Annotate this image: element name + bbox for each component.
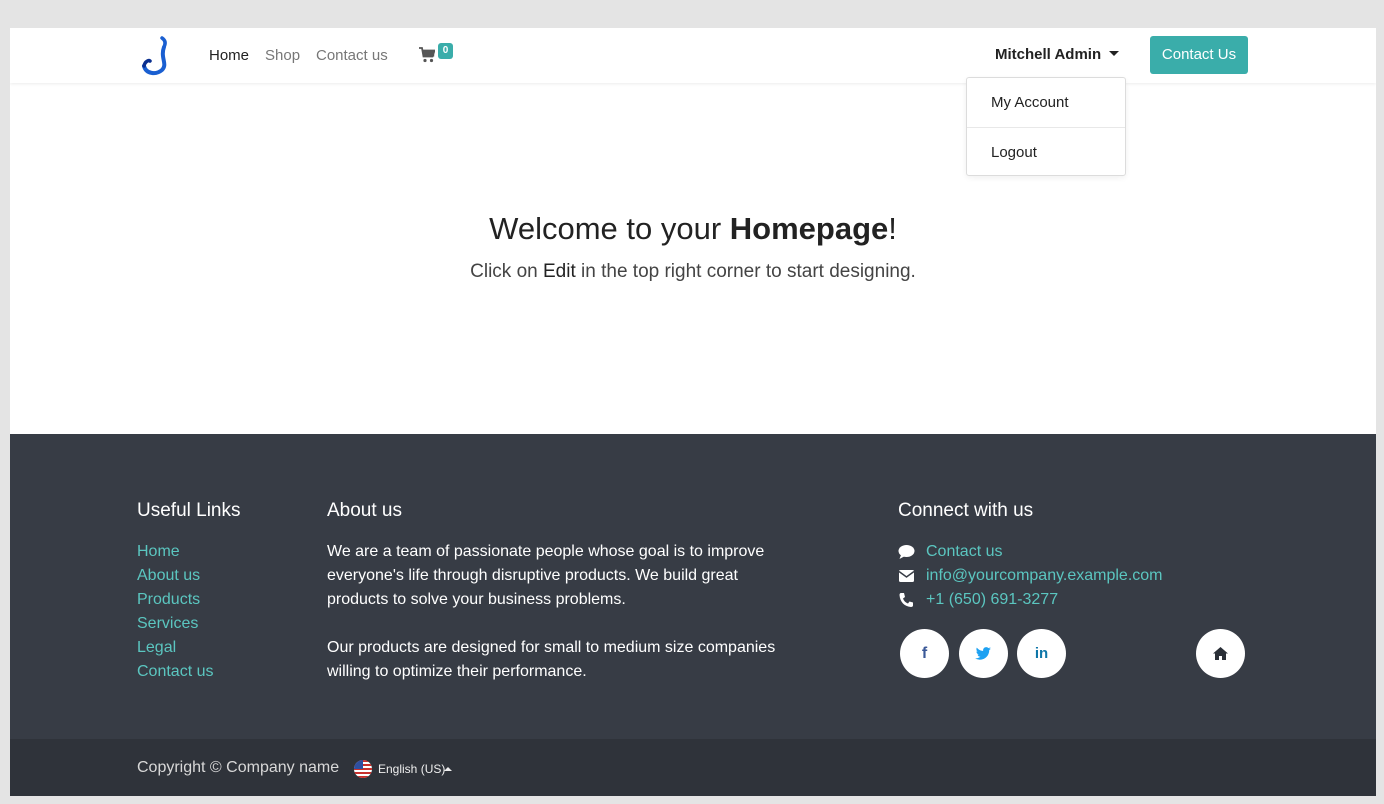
about-paragraph: Our products are designed for small to m… [327, 639, 776, 680]
user-menu-toggle[interactable]: Mitchell Admin [995, 46, 1120, 63]
about-paragraph: We are a team of passionate people whose… [327, 543, 765, 608]
contact-list: Contact us info@yourcompany.example.com … [898, 540, 1163, 612]
useful-links-list: Home About us Products Services Legal Co… [137, 540, 213, 684]
phone-row[interactable]: +1 (650) 691-3277 [898, 588, 1163, 612]
us-flag-icon [354, 760, 372, 778]
top-navbar: Home Shop Contact us 0 Mitchell Admin Co… [10, 28, 1376, 83]
footer-link-services[interactable]: Services [137, 612, 213, 636]
connect-heading: Connect with us [898, 500, 1034, 521]
phone-icon [899, 593, 913, 607]
contact-us-button[interactable]: Contact Us [1150, 36, 1248, 74]
linkedin-icon: in [1034, 645, 1049, 662]
footer-link-home[interactable]: Home [137, 540, 213, 564]
email-link[interactable]: info@yourcompany.example.com [926, 567, 1163, 584]
company-logo[interactable] [140, 34, 176, 76]
title-prefix: Welcome to your [489, 211, 730, 246]
copyright-bar: Copyright © Company name English (US) [10, 739, 1376, 796]
user-dropdown-menu: My Account Logout [966, 77, 1126, 176]
language-label: English (US) [378, 762, 446, 776]
facebook-button[interactable]: f [900, 629, 949, 678]
about-us-heading: About us [327, 500, 402, 521]
title-bold: Homepage [729, 211, 889, 246]
twitter-button[interactable] [959, 629, 1008, 678]
phone-link[interactable]: +1 (650) 691-3277 [926, 591, 1058, 608]
nav-shop[interactable]: Shop [265, 47, 300, 64]
copyright-text: Copyright © Company name [137, 759, 340, 776]
subtitle-suffix: in the top right corner to start designi… [575, 261, 916, 282]
footer-link-contact-us[interactable]: Contact us [137, 660, 213, 684]
comment-icon [898, 545, 915, 559]
my-account-menu-item[interactable]: My Account [967, 78, 1125, 127]
footer-link-legal[interactable]: Legal [137, 636, 213, 660]
home-icon [1213, 647, 1228, 660]
logout-menu-item[interactable]: Logout [967, 127, 1125, 176]
user-name: Mitchell Admin [995, 46, 1102, 63]
browser-page: Home Shop Contact us 0 Mitchell Admin Co… [10, 28, 1376, 796]
footer: Useful Links Home About us Products Serv… [10, 434, 1376, 739]
caret-up-icon [444, 767, 452, 771]
useful-links-heading: Useful Links [137, 500, 241, 521]
contact-row[interactable]: Contact us [898, 540, 1163, 564]
facebook-icon: f [921, 645, 928, 662]
cart-count-badge: 0 [438, 43, 453, 59]
page-subtitle: Click on Edit in the top right corner to… [10, 261, 1376, 283]
caret-down-icon [1109, 50, 1120, 56]
email-row[interactable]: info@yourcompany.example.com [898, 564, 1163, 588]
title-suffix: ! [888, 211, 897, 246]
subtitle-edit-word: Edit [543, 261, 576, 282]
nav-home[interactable]: Home [209, 47, 249, 64]
cart-icon[interactable] [419, 47, 435, 63]
page-title: Welcome to your Homepage! [10, 211, 1376, 247]
footer-link-about-us[interactable]: About us [137, 564, 213, 588]
contact-us-link[interactable]: Contact us [926, 543, 1002, 560]
subtitle-prefix: Click on [470, 261, 543, 282]
twitter-icon [975, 647, 991, 660]
home-button[interactable] [1196, 629, 1245, 678]
nav-contact-us[interactable]: Contact us [316, 47, 388, 64]
envelope-icon [898, 570, 915, 582]
linkedin-button[interactable]: in [1017, 629, 1066, 678]
footer-link-products[interactable]: Products [137, 588, 213, 612]
about-us-text: We are a team of passionate people whose… [327, 540, 787, 684]
